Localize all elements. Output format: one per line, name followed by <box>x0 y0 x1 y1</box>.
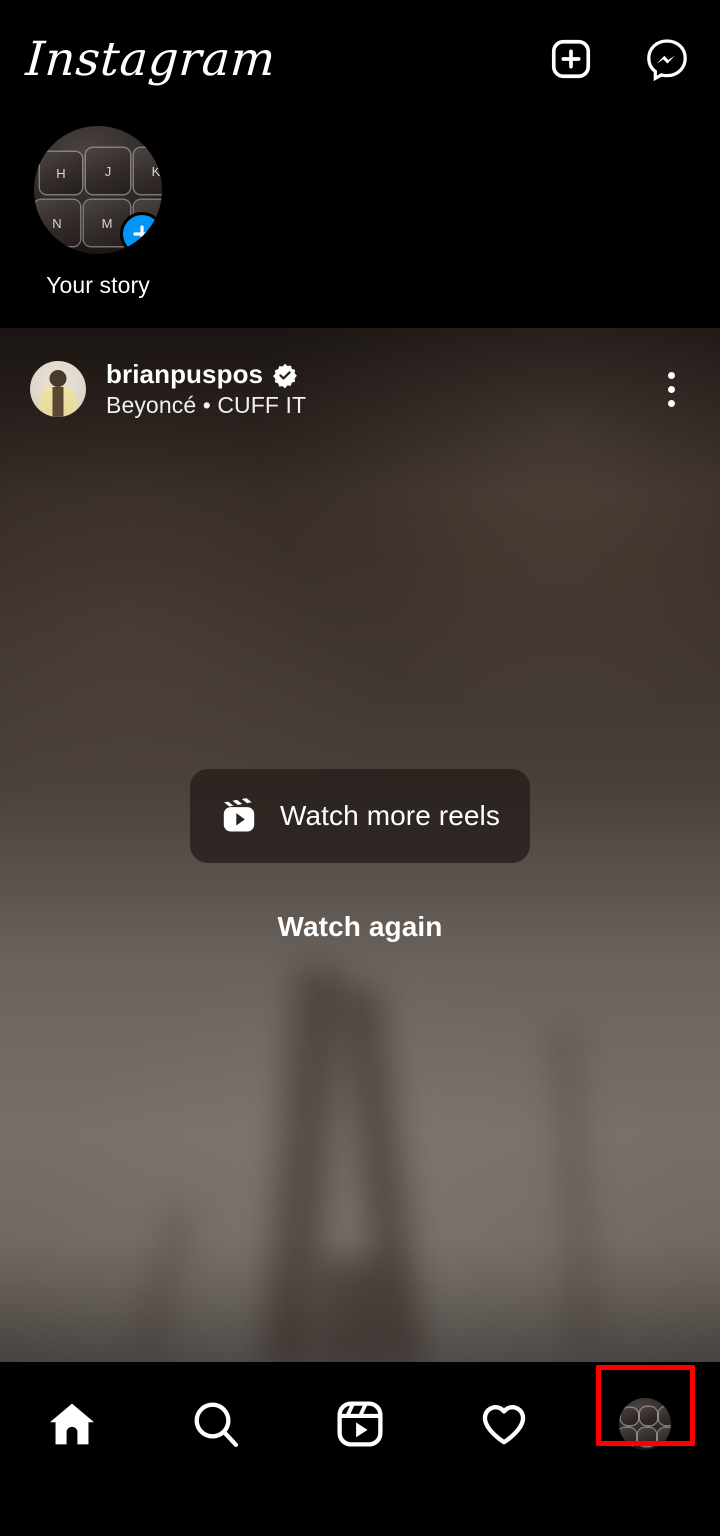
top-section: Instagram H J K N M Your story <box>0 0 720 328</box>
new-post-button[interactable] <box>548 36 594 82</box>
bottom-navigation-bar <box>0 1362 720 1536</box>
post-more-options-button[interactable] <box>648 366 694 412</box>
nav-item-search[interactable] <box>168 1376 264 1472</box>
stories-tray: H J K N M < Your story <box>0 126 720 326</box>
key-k: K <box>134 148 162 194</box>
plus-square-icon <box>551 39 591 79</box>
three-dots-vertical-icon <box>667 371 675 379</box>
story-item-your-story[interactable]: H J K N M < Your story <box>32 126 164 299</box>
instagram-logo: Instagram <box>24 31 278 87</box>
search-icon <box>194 1402 239 1447</box>
messenger-icon <box>647 39 687 82</box>
reels-icon <box>337 1401 383 1447</box>
verified-badge-icon <box>273 363 298 388</box>
nav-item-profile[interactable] <box>597 1376 693 1472</box>
watch-more-reels-button[interactable]: Watch more reels <box>190 769 530 863</box>
profile-avatar-icon <box>619 1398 671 1450</box>
plus-icon <box>133 225 151 243</box>
nav-item-home[interactable] <box>24 1376 120 1472</box>
home-icon <box>49 1403 95 1445</box>
post-audio-track[interactable]: Beyoncé • CUFF IT <box>106 392 306 419</box>
watch-again-button[interactable]: Watch again <box>278 911 443 943</box>
messenger-button[interactable] <box>644 36 690 82</box>
key-h: H <box>40 152 82 194</box>
app-header: Instagram <box>0 0 720 118</box>
post-video-container[interactable]: brianpuspos Beyoncé • CUFF IT Watch more… <box>0 328 720 1362</box>
header-actions <box>548 36 690 82</box>
post-author-avatar[interactable] <box>30 361 86 417</box>
key-n: N <box>34 200 80 246</box>
key-j: J <box>86 148 130 194</box>
add-story-badge[interactable] <box>120 212 162 254</box>
post-header: brianpuspos Beyoncé • CUFF IT <box>0 350 720 428</box>
post-meta: brianpuspos Beyoncé • CUFF IT <box>106 359 306 419</box>
heart-icon <box>482 1405 526 1445</box>
story-label: Your story <box>46 272 150 298</box>
your-story-thumbnail[interactable]: H J K N M < <box>34 126 162 254</box>
nav-item-notifications[interactable] <box>456 1376 552 1472</box>
reels-icon <box>223 798 255 832</box>
watch-more-reels-label: Watch more reels <box>280 800 500 831</box>
nav-item-reels[interactable] <box>312 1376 408 1472</box>
post-username[interactable]: brianpuspos <box>106 359 263 390</box>
